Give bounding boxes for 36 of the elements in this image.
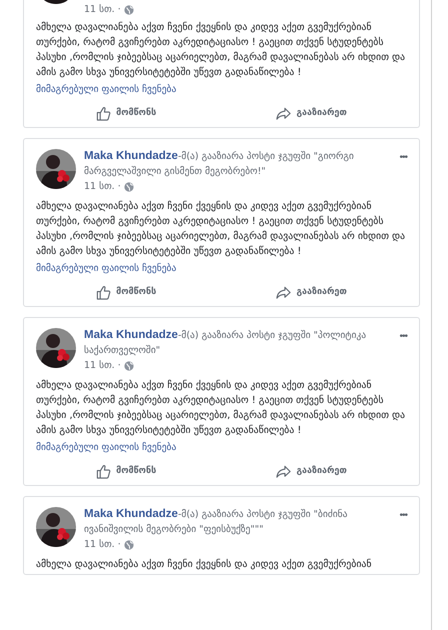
share-arrow-icon	[276, 464, 292, 478]
attachment-link[interactable]: მიმაგრებული ფაილის ჩვენება	[36, 82, 176, 97]
like-button[interactable]: მომწონს	[96, 280, 156, 304]
author-link[interactable]: Maka Khundadze	[84, 329, 178, 341]
globe-icon	[124, 360, 134, 370]
share-text: Maka Khundadze-მ(ა) გააზიარა პოსტი ჯგუფში "პოლიტიკა საქართველოში"	[84, 328, 368, 358]
share-button[interactable]: გააზიარეთ	[276, 459, 347, 483]
share-button[interactable]: გააზიარეთ	[276, 280, 347, 304]
like-button[interactable]: მომწონს	[96, 459, 156, 483]
post-text: ამხელა დავალიანება აქვთ ჩვენი ქვეყნის და კიდევ აქეთ გვემუქრებიან თურქები, რატომ გვიჩერებთ აკრედიტაციასო ! გაეცით თქვენ სტუდენტებს პასუხი ,რომლის ჯიბეებსაც აცარიელებთ, მაგრამ დავალიანებას არ იხდით და ამის გამო სხვა უნივერსიტეტებში უწევთ გადანაწილება !	[36, 378, 406, 438]
thumbs-up-icon	[96, 106, 112, 120]
post-time: 11 სთ. ·	[84, 360, 121, 371]
post-text: ამხელა დავალიანება აქვთ ჩვენი ქვეყნის და კიდევ აქეთ გვემუქრებიან	[36, 558, 373, 572]
like-button[interactable]: მომწონს	[96, 101, 156, 125]
globe-icon	[124, 182, 134, 192]
share-button[interactable]: გააზიარეთ	[276, 101, 347, 125]
post-time: 11 სთ. ·	[84, 539, 121, 550]
more-options-button[interactable]: •••	[399, 509, 407, 523]
attachment-link[interactable]: მიმაგრებული ფაილის ჩვენება	[36, 440, 176, 455]
globe-icon	[124, 540, 134, 550]
more-options-button[interactable]: •••	[399, 151, 407, 165]
share-text: Maka Khundadze-მ(ა) გააზიარა პოსტი ჯგუფში "გიორგი მარგველაშვილი გისმენთ მეგობრებო!"	[84, 149, 355, 179]
more-options-button[interactable]: •••	[399, 330, 407, 344]
thumbs-up-icon	[96, 284, 112, 300]
globe-icon	[124, 4, 134, 14]
share-arrow-icon	[276, 106, 292, 120]
author-link[interactable]: Maka Khundadze	[84, 150, 178, 162]
thumbs-up-icon	[96, 464, 112, 478]
post-text: ამხელა დავალიანება აქვთ ჩვენი ქვეყნის და კიდევ აქეთ გვემუქრებიან თურქები, რატომ გვიჩერებთ აკრედიტაციასო ! გაეცით თქვენ სტუდენტებს პასუხი ,რომლის ჯიბეებსაც აცარიელებთ, მაგრამ დავალიანებას არ იხდით და ამის გამო სხვა უნივერსიტეტებში უწევთ გადანაწილება !	[36, 20, 406, 80]
share-arrow-icon	[276, 284, 292, 300]
post-text: ამხელა დავალიანება აქვთ ჩვენი ქვეყნის და კიდევ აქეთ გვემუქრებიან თურქები, რატომ გვიჩერებთ აკრედიტაციასო ! გაეცით თქვენ სტუდენტებს პასუხი ,რომლის ჯიბეებსაც აცარიელებთ, მაგრამ დავალიანებას არ იხდით და ამის გამო სხვა უნივერსიტეტებში უწევთ გადანაწილება !	[36, 200, 406, 259]
author-link[interactable]: Maka Khundadze	[84, 508, 178, 520]
post-time: 11 სთ. ·	[84, 181, 121, 192]
attachment-link[interactable]: მიმაგრებული ფაილის ჩვენება	[36, 261, 176, 276]
share-text: Maka Khundadze-მ(ა) გააზიარა პოსტი ჯგუფში "ბიძინა ივანიშვილის მეგობრები "ფეისბუქზე"""	[84, 507, 348, 537]
post-time: 11 სთ. ·	[84, 4, 121, 15]
